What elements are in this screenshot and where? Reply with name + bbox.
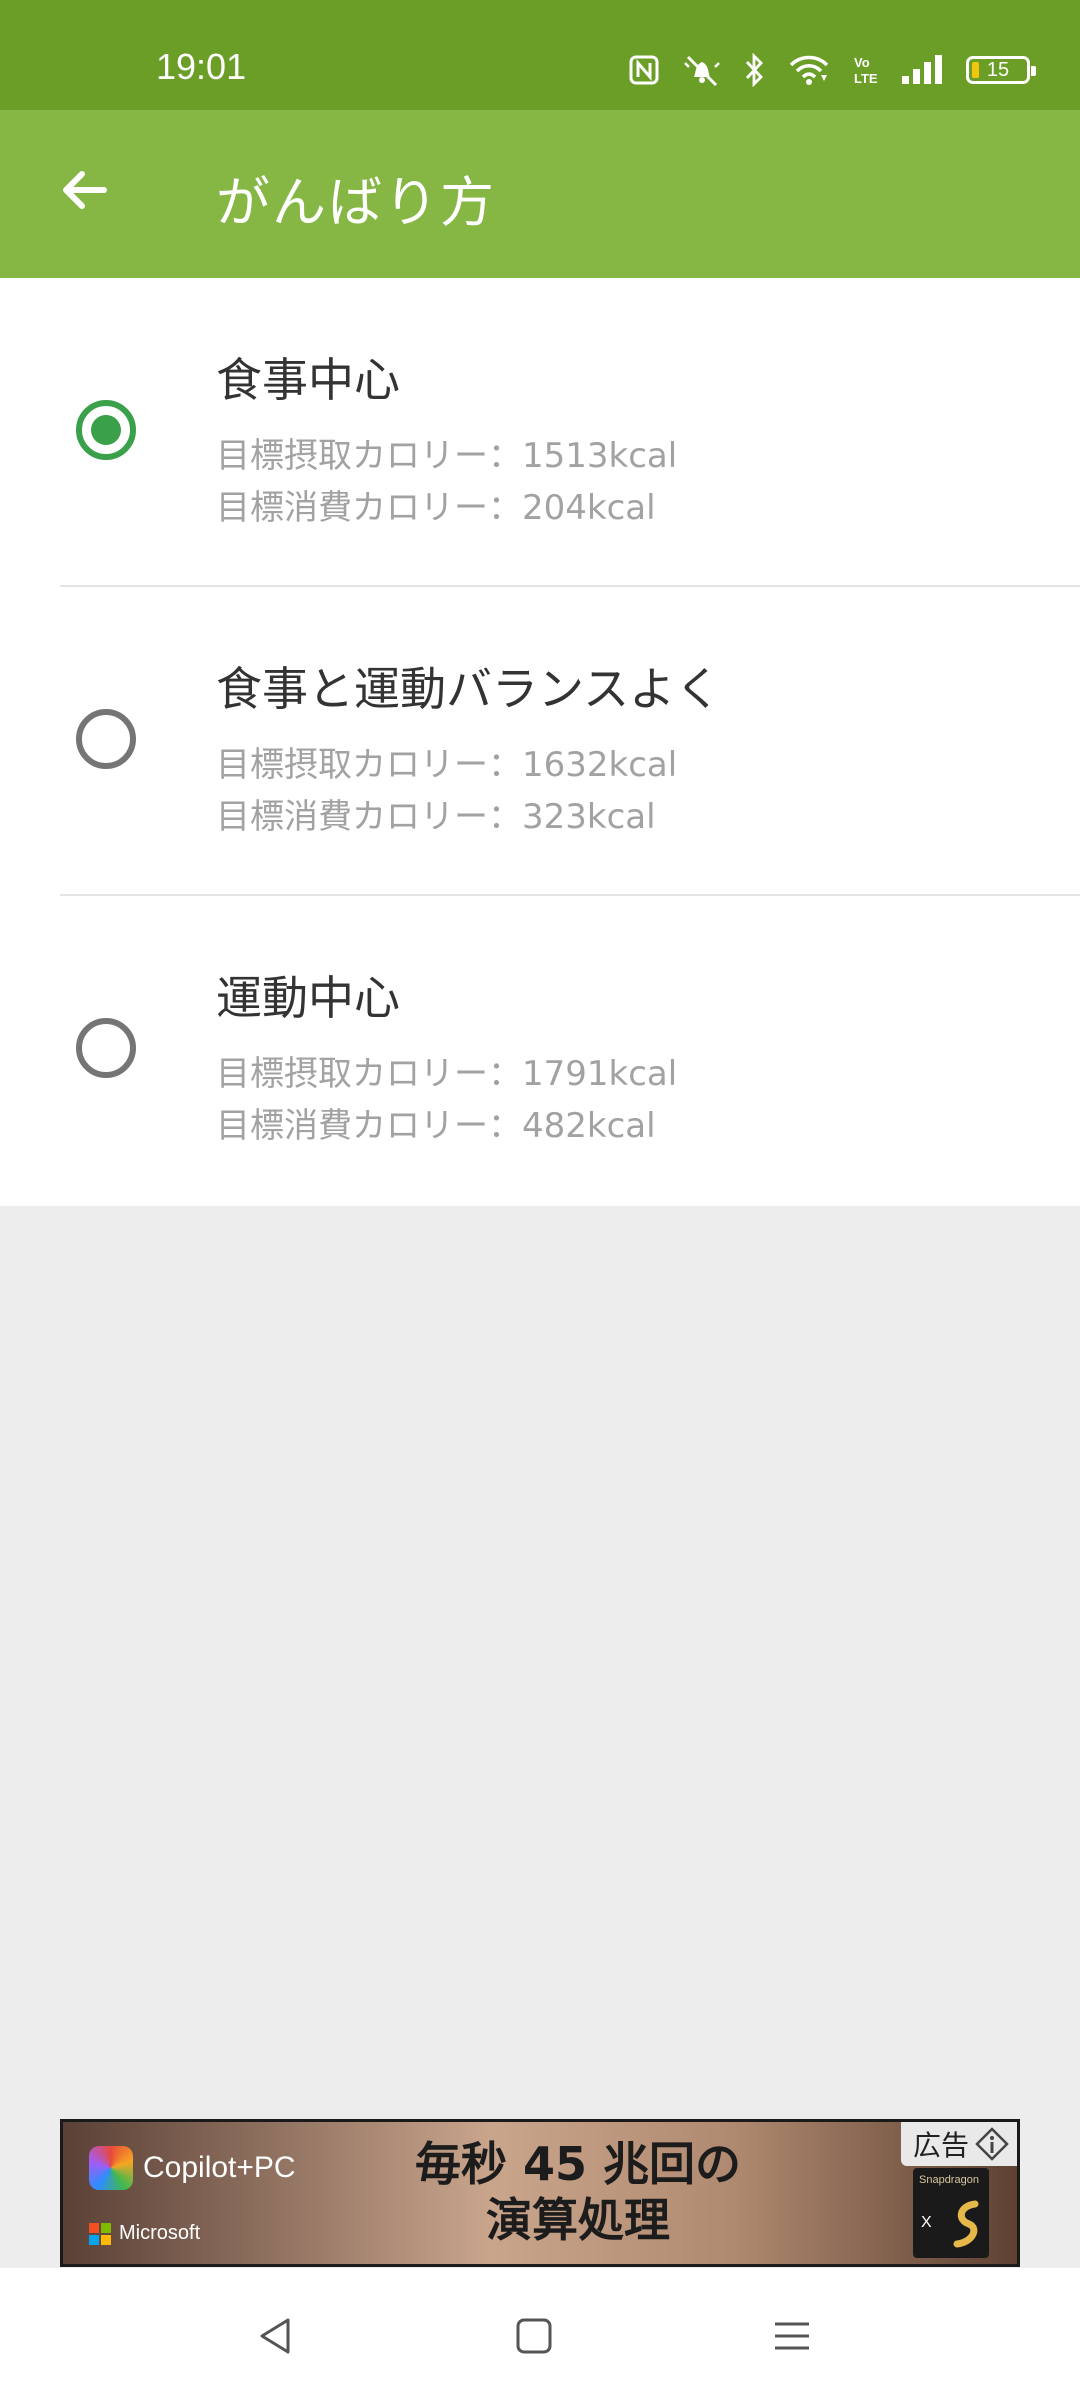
ad-brand-text: Copilot+PC bbox=[143, 2151, 296, 2184]
app-bar: がんばり方 bbox=[0, 110, 1080, 278]
option-title: 食事と運動バランスよく bbox=[216, 662, 722, 716]
effort-options-list: 食事中心 目標摂取カロリー：1513kcal 目標消費カロリー：204kcal … bbox=[0, 278, 1080, 1206]
status-bar: 19:01 Vo LTE 15 bbox=[0, 0, 1080, 110]
nav-recents-button[interactable] bbox=[760, 2304, 824, 2368]
chip-name: Snapdragon bbox=[919, 2174, 979, 2186]
svg-text:Vo: Vo bbox=[854, 55, 870, 70]
ad-brand: Copilot+PC bbox=[89, 2146, 296, 2190]
battery-percent: 15 bbox=[986, 58, 1010, 81]
copilot-logo-icon bbox=[89, 2146, 133, 2190]
snapdragon-chip-icon: Snapdragon X bbox=[913, 2168, 989, 2258]
nav-home-button[interactable] bbox=[502, 2304, 566, 2368]
radio-unselected[interactable] bbox=[76, 709, 136, 769]
ad-label: 広告 bbox=[912, 2129, 969, 2162]
system-nav-bar bbox=[0, 2268, 1080, 2400]
radio-unselected[interactable] bbox=[76, 1018, 136, 1078]
volte-icon: Vo LTE bbox=[852, 53, 878, 87]
status-time: 19:01 bbox=[156, 46, 247, 87]
snapdragon-s-icon bbox=[953, 2200, 979, 2248]
option-balanced[interactable]: 食事と運動バランスよく 目標摂取カロリー：1632kcal 目標消費カロリー：3… bbox=[0, 587, 1080, 896]
ad-headline-line2: 演算処理 bbox=[486, 2193, 670, 2247]
wifi-icon bbox=[788, 53, 830, 87]
ad-choices-tag[interactable]: 広告 bbox=[900, 2122, 1017, 2166]
radio-selected[interactable] bbox=[76, 400, 136, 460]
battery-level bbox=[972, 62, 979, 78]
option-burn: 目標消費カロリー：323kcal bbox=[216, 797, 656, 837]
option-intake: 目標摂取カロリー：1513kcal bbox=[216, 436, 678, 476]
ad-vendor: Microsoft bbox=[89, 2222, 200, 2245]
ad-banner[interactable]: Copilot+PC Microsoft 毎秒 45 兆回の 演算処理 広告 S… bbox=[60, 2119, 1020, 2267]
arrow-left-icon bbox=[63, 171, 107, 209]
battery-icon: 15 bbox=[966, 56, 1036, 84]
option-intake: 目標摂取カロリー：1632kcal bbox=[216, 745, 678, 785]
triangle-back-icon bbox=[260, 2318, 290, 2354]
bluetooth-icon bbox=[744, 53, 766, 87]
back-button[interactable] bbox=[44, 150, 124, 230]
menu-lines-icon bbox=[775, 2322, 809, 2350]
option-intake: 目標摂取カロリー：1791kcal bbox=[216, 1054, 678, 1094]
ad-headline: 毎秒 45 兆回の 演算処理 bbox=[363, 2136, 793, 2248]
chip-x: X bbox=[921, 2214, 932, 2231]
page-title: がんばり方 bbox=[216, 171, 496, 234]
status-icons: Vo LTE 15 bbox=[628, 50, 1036, 90]
nfc-icon bbox=[628, 54, 660, 86]
info-icon bbox=[975, 2127, 1009, 2161]
ad-headline-line1: 毎秒 45 兆回の bbox=[414, 2137, 742, 2191]
ad-vendor-text: Microsoft bbox=[119, 2222, 201, 2244]
signal-icon bbox=[900, 54, 944, 86]
option-title: 食事中心 bbox=[216, 353, 400, 407]
svg-text:LTE: LTE bbox=[854, 71, 878, 86]
option-title: 運動中心 bbox=[216, 971, 400, 1025]
microsoft-logo-icon bbox=[89, 2222, 111, 2245]
option-diet-focus[interactable]: 食事中心 目標摂取カロリー：1513kcal 目標消費カロリー：204kcal bbox=[0, 278, 1080, 587]
option-burn: 目標消費カロリー：204kcal bbox=[216, 488, 656, 528]
nav-back-button[interactable] bbox=[244, 2304, 308, 2368]
option-burn: 目標消費カロリー：482kcal bbox=[216, 1106, 656, 1146]
square-home-icon bbox=[516, 2318, 552, 2354]
bell-off-icon bbox=[682, 53, 722, 87]
radio-dot bbox=[91, 415, 121, 445]
option-exercise-focus[interactable]: 運動中心 目標摂取カロリー：1791kcal 目標消費カロリー：482kcal bbox=[0, 896, 1080, 1205]
